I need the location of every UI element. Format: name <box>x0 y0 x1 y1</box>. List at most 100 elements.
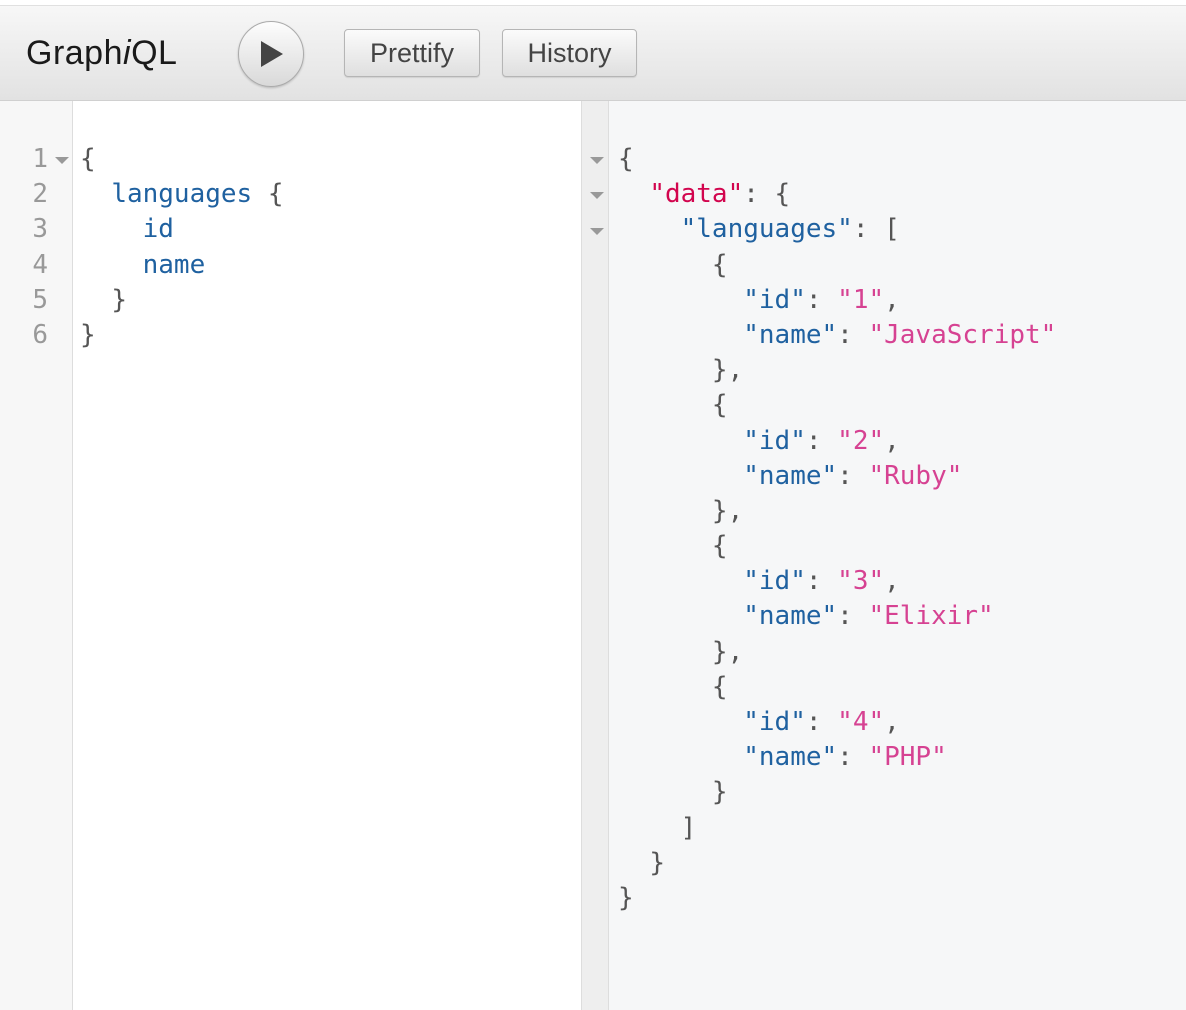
result-token: , <box>884 566 900 597</box>
query-punctuation: } <box>111 284 127 315</box>
result-token: "JavaScript" <box>868 319 1057 350</box>
title-ql: QL <box>131 34 178 72</box>
fold-arrow-icon[interactable] <box>55 157 69 164</box>
code-line: languages { <box>80 177 284 212</box>
query-punctuation: { <box>80 144 96 174</box>
line-number: 2 <box>32 179 48 210</box>
fold-arrow-icon[interactable] <box>590 157 604 164</box>
result-token: }, <box>711 495 744 526</box>
result-token: "name" <box>743 319 838 350</box>
fold-arrow-icon[interactable] <box>590 228 604 235</box>
result-token: "languages" <box>680 214 853 245</box>
result-line: "name": "JavaScript" <box>618 318 1056 353</box>
result-token: "id" <box>743 707 806 737</box>
result-token: } <box>649 847 665 878</box>
result-token: ] <box>680 812 697 843</box>
result-token: , <box>884 284 900 315</box>
result-token: , <box>884 425 900 456</box>
line-numbers: 1 2 3 4 5 6 <box>0 142 48 353</box>
result-line: "data": { <box>618 177 1056 212</box>
query-code[interactable]: { languages { id name }} <box>80 142 284 353</box>
result-line: "name": "PHP" <box>618 740 1056 775</box>
execute-query-button[interactable] <box>238 21 304 87</box>
result-line: "name": "Ruby" <box>618 459 1056 494</box>
result-fold-gutter <box>581 101 609 1010</box>
result-line: } <box>618 775 1056 810</box>
result-token: "Elixir" <box>868 601 994 632</box>
result-line: }, <box>618 353 1056 388</box>
query-punctuation: { <box>252 179 284 210</box>
result-token: "id" <box>743 566 806 597</box>
result-token: "name" <box>743 601 838 632</box>
result-token: }, <box>711 355 744 386</box>
result-line: } <box>618 846 1056 881</box>
line-number: 6 <box>32 319 48 350</box>
code-line: { <box>80 142 284 177</box>
result-line: "id": "3", <box>618 564 1056 599</box>
result-token: } <box>618 882 634 913</box>
result-token: }, <box>711 636 744 667</box>
result-token: : <box>837 601 869 632</box>
result-token: : [ <box>852 214 900 245</box>
line-number: 1 <box>32 144 48 174</box>
result-token: "name" <box>743 460 838 491</box>
result-token: { <box>711 249 728 280</box>
result-token: : <box>837 742 869 773</box>
query-field: name <box>142 249 206 280</box>
result-token: : <box>805 707 838 737</box>
result-line: { <box>618 142 1056 177</box>
history-button[interactable]: History <box>502 29 637 77</box>
result-token: } <box>711 777 728 808</box>
result-line: { <box>618 248 1056 283</box>
fold-arrow-icon[interactable] <box>590 192 604 199</box>
result-token: "id" <box>743 284 806 315</box>
result-token: { <box>711 671 728 702</box>
toolbar: GraphiQL Prettify History <box>0 6 1186 101</box>
result-token: : <box>837 319 869 350</box>
result-token: : <box>805 425 838 456</box>
prettify-button[interactable]: Prettify <box>344 29 480 77</box>
title-graph: Graph <box>26 34 123 72</box>
code-line: } <box>80 283 284 318</box>
result-token: : <box>805 566 838 597</box>
title-i: i <box>123 34 132 72</box>
result-line: }, <box>618 494 1056 529</box>
query-field: id <box>142 214 174 245</box>
result-token: { <box>711 531 728 562</box>
query-punctuation: } <box>80 319 96 350</box>
result-line: { <box>618 529 1056 564</box>
result-token: "1" <box>837 284 885 315</box>
result-token: "Ruby" <box>868 460 963 491</box>
result-line: "name": "Elixir" <box>618 599 1056 634</box>
result-token: "2" <box>837 425 885 456</box>
result-line: { <box>618 388 1056 423</box>
result-line: ] <box>618 811 1056 846</box>
result-line: "id": "2", <box>618 424 1056 459</box>
code-line: name <box>80 248 284 283</box>
result-json: { "data": { "languages": [ { "id": "1", … <box>618 142 1056 916</box>
code-line: id <box>80 212 284 247</box>
query-field: languages <box>111 179 253 210</box>
code-line: } <box>80 318 284 353</box>
result-token: "3" <box>837 566 885 597</box>
result-line: { <box>618 670 1056 705</box>
result-token: "PHP" <box>868 742 947 773</box>
result-token: "id" <box>743 425 806 456</box>
line-number: 5 <box>32 284 48 315</box>
result-line: "languages": [ <box>618 212 1056 247</box>
line-number: 3 <box>32 214 48 245</box>
result-token: "4" <box>837 707 885 737</box>
result-token: { <box>711 390 728 421</box>
result-line: } <box>618 881 1056 916</box>
result-token: : <box>805 284 838 315</box>
result-token: : <box>837 460 869 491</box>
result-token: : { <box>743 179 791 210</box>
result-line: }, <box>618 635 1056 670</box>
result-token: "name" <box>743 742 838 773</box>
result-line: "id": "1", <box>618 283 1056 318</box>
result-line: "id": "4", <box>618 705 1056 740</box>
result-token: "data" <box>649 179 744 210</box>
result-token: , <box>884 707 900 737</box>
result-token: { <box>618 144 634 174</box>
app-title: GraphiQL <box>26 34 177 73</box>
